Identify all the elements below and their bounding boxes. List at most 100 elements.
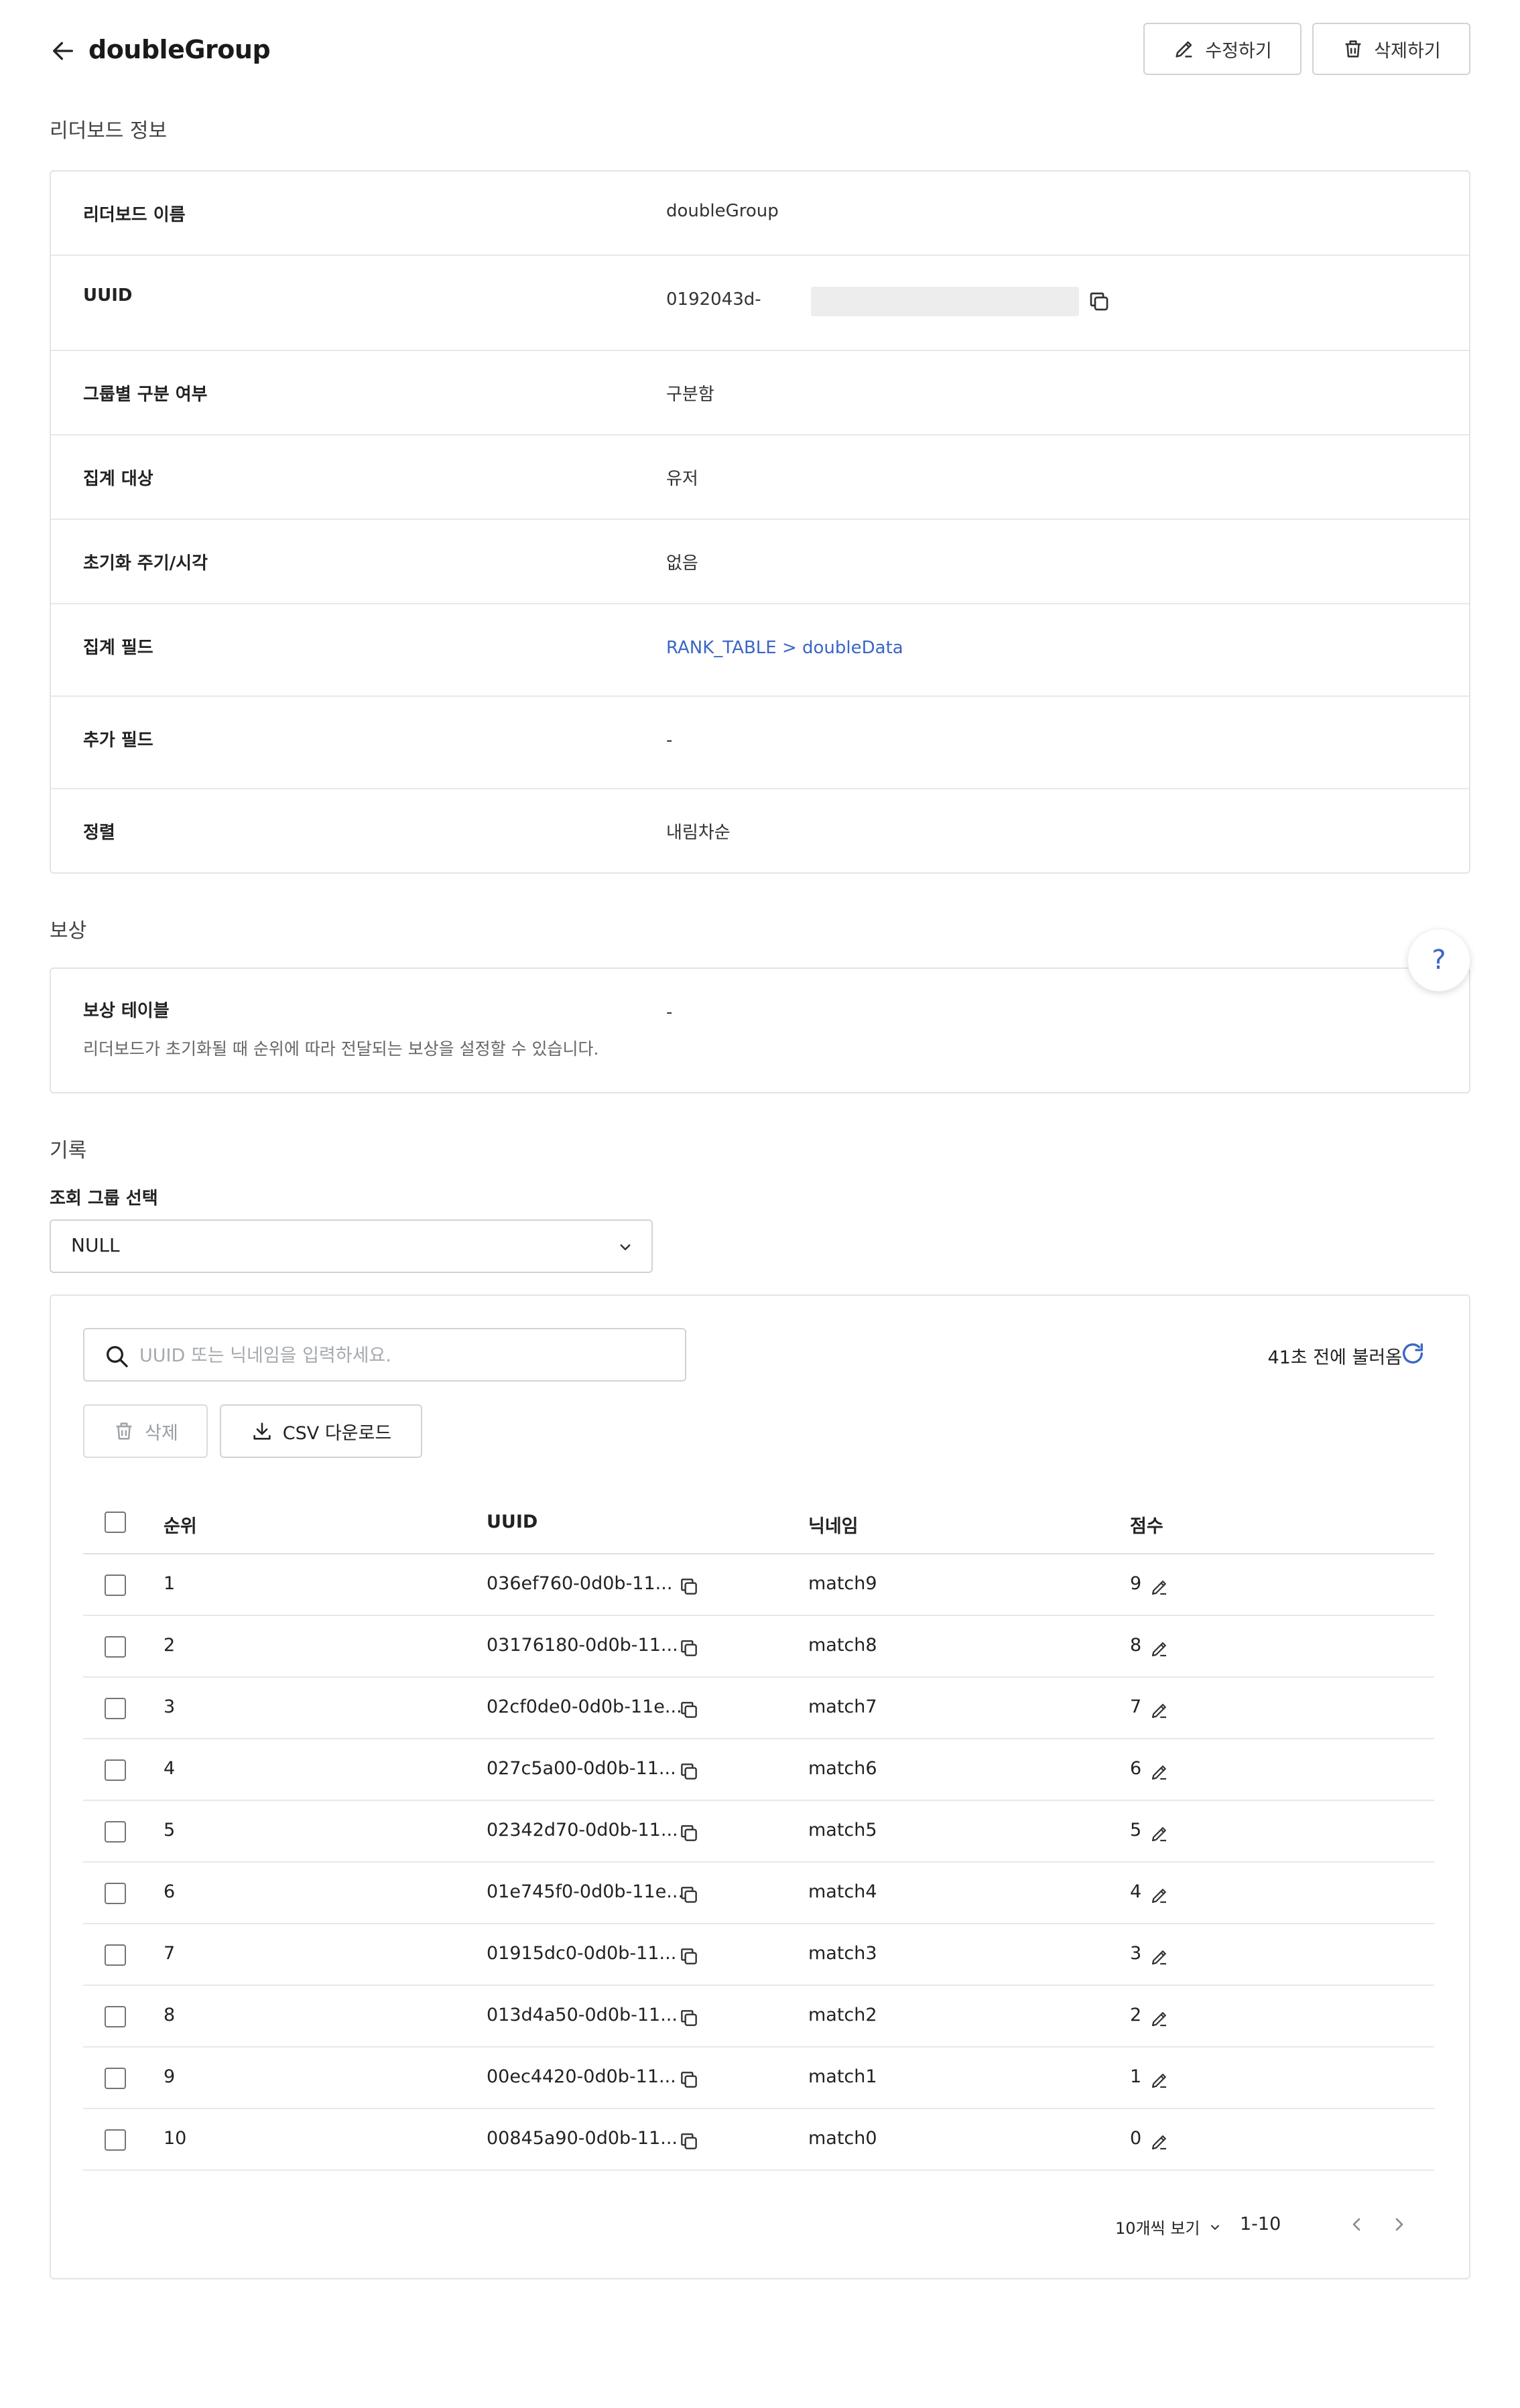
- rank-cell: 8: [164, 2005, 176, 2025]
- column-header-uuid[interactable]: UUID: [487, 1512, 537, 1532]
- row-checkbox[interactable]: [105, 1821, 126, 1843]
- chevron-right-icon[interactable]: [1389, 2214, 1410, 2235]
- edit-score-pencil-icon[interactable]: [1149, 1577, 1169, 1597]
- nickname-cell: match9: [808, 1573, 877, 1594]
- page-size-select[interactable]: 10개씩 보기: [1115, 2215, 1223, 2238]
- pencil-icon: [1173, 38, 1196, 60]
- info-value: -: [666, 730, 673, 750]
- edit-score-pencil-icon[interactable]: [1149, 1947, 1169, 1967]
- table-header: 순위 UUID 닉네임 점수: [83, 1490, 1434, 1554]
- row-checkbox[interactable]: [105, 1944, 126, 1966]
- table-row[interactable]: 8 013d4a50-0d0b-11... match2 2: [83, 1986, 1434, 2048]
- info-label: 정렬: [83, 823, 115, 843]
- edit-score-pencil-icon[interactable]: [1149, 1700, 1169, 1721]
- group-select[interactable]: NULL: [50, 1219, 653, 1273]
- info-row-extra: 추가 필드 -: [51, 697, 1469, 789]
- delete-records-button[interactable]: 삭제: [83, 1404, 208, 1458]
- nickname-cell: match8: [808, 1635, 877, 1656]
- copy-icon[interactable]: [678, 1637, 700, 1659]
- column-header-rank[interactable]: 순위: [164, 1512, 197, 1538]
- table-row[interactable]: 6 01e745f0-0d0b-11e... match4 4: [83, 1863, 1434, 1924]
- aggregate-field-link[interactable]: RANK_TABLE > doubleData: [666, 638, 903, 658]
- csv-download-button[interactable]: CSV 다운로드: [220, 1404, 422, 1458]
- table-row[interactable]: 5 02342d70-0d0b-11... match5 5: [83, 1801, 1434, 1863]
- copy-icon[interactable]: [678, 1946, 700, 1967]
- row-checkbox[interactable]: [105, 1883, 126, 1904]
- copy-icon[interactable]: [678, 1576, 700, 1597]
- copy-icon[interactable]: [678, 1699, 700, 1721]
- records-section-title: 기록: [50, 1139, 87, 1162]
- edit-score-pencil-icon[interactable]: [1149, 2132, 1169, 2152]
- info-label: 초기화 주기/시각: [83, 553, 208, 574]
- nickname-cell: match0: [808, 2128, 877, 2149]
- chevron-left-icon[interactable]: [1346, 2214, 1367, 2235]
- info-row-field: 집계 필드 RANK_TABLE > doubleData: [51, 604, 1469, 697]
- nickname-cell: match1: [808, 2066, 877, 2087]
- info-value: 내림차순: [666, 823, 731, 843]
- select-all-checkbox[interactable]: [105, 1512, 126, 1533]
- copy-icon[interactable]: [678, 1884, 700, 1905]
- reward-value: -: [666, 1002, 673, 1022]
- edit-button[interactable]: 수정하기: [1143, 23, 1302, 75]
- nickname-cell: match3: [808, 1943, 877, 1964]
- score-cell: 9: [1130, 1573, 1142, 1594]
- table-row[interactable]: 1 036ef760-0d0b-11... match9 9: [83, 1554, 1434, 1616]
- edit-score-pencil-icon[interactable]: [1149, 2009, 1169, 2029]
- search-box[interactable]: [83, 1328, 686, 1382]
- back-arrow-icon[interactable]: [50, 38, 76, 64]
- table-row[interactable]: 7 01915dc0-0d0b-11... match3 3: [83, 1924, 1434, 1986]
- uuid-cell: 00ec4420-0d0b-11...: [487, 2066, 676, 2087]
- table-row[interactable]: 10 00845a90-0d0b-11... match0 0: [83, 2109, 1434, 2171]
- rank-cell: 9: [164, 2066, 176, 2087]
- search-input[interactable]: [139, 1339, 662, 1372]
- copy-icon[interactable]: [678, 2069, 700, 2090]
- edit-score-pencil-icon[interactable]: [1149, 1885, 1169, 1905]
- table-row[interactable]: 9 00ec4420-0d0b-11... match1 1: [83, 2048, 1434, 2109]
- nickname-cell: match5: [808, 1820, 877, 1841]
- score-cell: 8: [1130, 1635, 1142, 1656]
- info-label: UUID: [83, 285, 133, 306]
- records-card: 41초 전에 불러옴 삭제 CSV 다운로드 순위 UUID 닉네임 점수 10…: [50, 1294, 1470, 2279]
- row-checkbox[interactable]: [105, 1575, 126, 1596]
- trash-icon: [113, 1420, 135, 1443]
- edit-score-pencil-icon[interactable]: [1149, 1639, 1169, 1659]
- row-checkbox[interactable]: [105, 1698, 126, 1719]
- score-cell: 2: [1130, 2005, 1142, 2025]
- page-range: 1-10: [1240, 2214, 1281, 2234]
- column-header-nickname[interactable]: 닉네임: [808, 1512, 859, 1538]
- column-header-score[interactable]: 점수: [1130, 1512, 1163, 1538]
- rank-cell: 10: [164, 2128, 187, 2149]
- delete-button[interactable]: 삭제하기: [1312, 23, 1470, 75]
- rank-cell: 5: [164, 1820, 176, 1841]
- chevron-down-icon: [1207, 2219, 1223, 2235]
- row-checkbox[interactable]: [105, 2068, 126, 2089]
- help-label: ?: [1432, 945, 1446, 976]
- copy-icon[interactable]: [678, 2131, 700, 2152]
- help-button[interactable]: ?: [1407, 929, 1470, 992]
- copy-icon[interactable]: [678, 1761, 700, 1782]
- info-row-reset: 초기화 주기/시각 없음: [51, 520, 1469, 604]
- copy-icon[interactable]: [678, 2007, 700, 2029]
- uuid-cell: 01915dc0-0d0b-11...: [487, 1943, 677, 1964]
- copy-icon[interactable]: [678, 1822, 700, 1844]
- edit-score-pencil-icon[interactable]: [1149, 2070, 1169, 2090]
- uuid-cell: 027c5a00-0d0b-11...: [487, 1758, 676, 1779]
- info-label: 집계 필드: [83, 638, 153, 658]
- edit-score-pencil-icon[interactable]: [1149, 1824, 1169, 1844]
- row-checkbox[interactable]: [105, 1636, 126, 1658]
- table-row[interactable]: 3 02cf0de0-0d0b-11e... match7 7: [83, 1678, 1434, 1739]
- table-row[interactable]: 4 027c5a00-0d0b-11... match6 6: [83, 1739, 1434, 1801]
- delete-records-label: 삭제: [145, 1422, 178, 1444]
- score-cell: 3: [1130, 1943, 1142, 1964]
- copy-icon[interactable]: [1087, 289, 1111, 314]
- rank-cell: 7: [164, 1943, 176, 1964]
- row-checkbox[interactable]: [105, 2006, 126, 2027]
- uuid-cell: 02cf0de0-0d0b-11e...: [487, 1696, 682, 1717]
- table-row[interactable]: 2 03176180-0d0b-11... match8 8: [83, 1616, 1434, 1678]
- score-cell: 1: [1130, 2066, 1142, 2087]
- refresh-icon[interactable]: [1399, 1340, 1426, 1367]
- row-checkbox[interactable]: [105, 2129, 126, 2151]
- row-checkbox[interactable]: [105, 1759, 126, 1781]
- uuid-cell: 02342d70-0d0b-11...: [487, 1820, 678, 1841]
- edit-score-pencil-icon[interactable]: [1149, 1762, 1169, 1782]
